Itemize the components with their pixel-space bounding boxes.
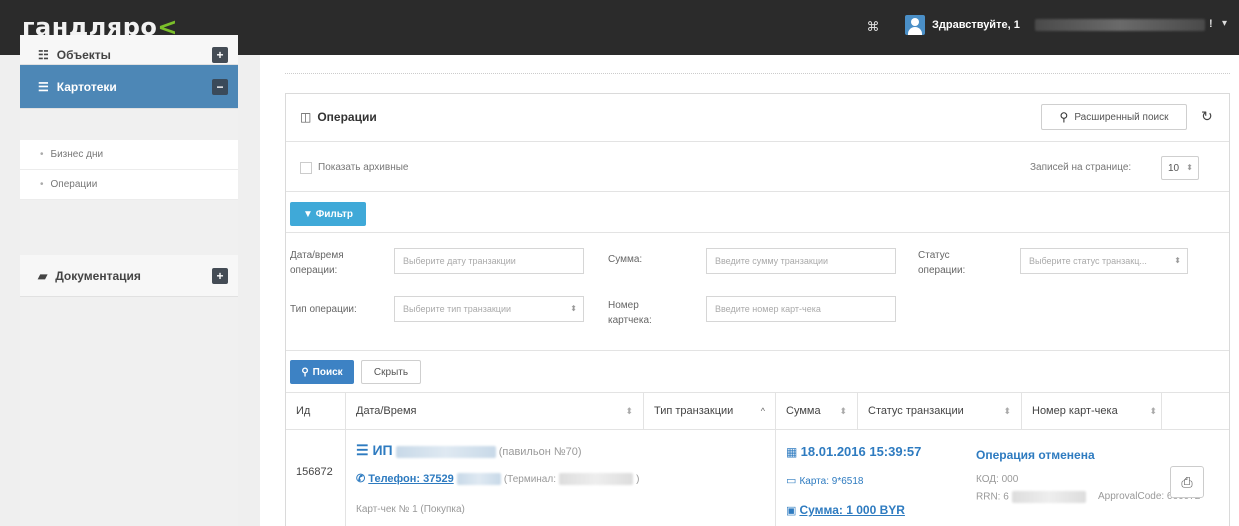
column-header-actions	[1162, 392, 1229, 430]
status-text: Операция отменена	[976, 448, 1095, 462]
panel-title: ◫ Операции	[300, 110, 377, 124]
hide-button[interactable]: Скрыть	[361, 360, 421, 384]
sort-icon: ⬍	[839, 406, 847, 416]
column-header-amount[interactable]: Сумма ⬍	[776, 392, 858, 430]
search-button[interactable]: ⚲ Поиск	[290, 360, 354, 384]
amount-input[interactable]: Введите сумму транзакции	[706, 248, 896, 274]
filter-button[interactable]: ▼ Фильтр	[290, 202, 366, 226]
sidebar: ☷ Объекты + ☰ Картотеки − • Бизнес дни •…	[20, 35, 238, 526]
column-header-id[interactable]: Ид	[286, 392, 346, 430]
card-number: Карта: 9*6518	[799, 476, 864, 487]
card-icon: ▭	[786, 475, 800, 487]
status-label: Статус операции:	[918, 250, 966, 276]
sort-asc-icon: ^	[760, 406, 765, 416]
collapse-icon[interactable]: −	[212, 78, 228, 95]
transaction-datetime: 18.01.2016 15:39:57	[800, 444, 922, 459]
phone-link[interactable]: Телефон: 37529	[368, 473, 453, 485]
divider	[286, 232, 1229, 233]
phone-icon: ✆	[356, 473, 369, 485]
printer-icon: ⎙	[1181, 473, 1193, 490]
fullscreen-icon[interactable]: ⌘	[866, 20, 880, 34]
status-select[interactable]: Выберите статус транзакц... ⬍	[1020, 248, 1188, 274]
search-icon: ⚲	[1059, 110, 1069, 124]
calendar-icon: ▦	[786, 445, 801, 459]
datetime-input[interactable]: Выберите дату транзакции	[394, 248, 584, 274]
phone-redacted	[456, 473, 501, 486]
main-content: ◫ Операции ⚲ Расширенный поиск ↻ Показать …	[260, 55, 1239, 526]
rrn-label: RRN: 6	[976, 491, 1009, 503]
book-icon: ▰	[38, 268, 48, 283]
divider	[286, 350, 1229, 351]
refresh-icon[interactable]: ↻	[1201, 108, 1213, 125]
sidebar-item-objects[interactable]: ☷ Объекты +	[20, 35, 238, 65]
select-arrows-icon: ⬍	[1186, 163, 1193, 172]
user-avatar-icon[interactable]	[905, 15, 925, 35]
response-code: КОД: 000	[976, 474, 1019, 485]
operations-panel: ◫ Операции ⚲ Расширенный поиск ↻ Показать …	[285, 93, 1230, 526]
per-page-label: Записей на странице:	[1030, 162, 1132, 173]
rrn-redacted	[1011, 491, 1086, 503]
panel-header: ◫ Операции ⚲ Расширенный поиск ↻	[286, 94, 1229, 142]
bullet-icon: •	[40, 179, 44, 190]
sidebar-item-cardfiles[interactable]: ☰ Картотеки −	[20, 65, 238, 109]
divider	[285, 73, 1230, 74]
sort-icon: ⬍	[1149, 406, 1157, 416]
column-header-datetime[interactable]: Дата/Время ⬍	[346, 392, 644, 430]
sidebar-subitem-business-days[interactable]: • Бизнес дни	[20, 140, 238, 170]
per-page-select[interactable]: 10 ⬍	[1161, 156, 1199, 180]
sidebar-subitem-operations[interactable]: • Операции	[20, 170, 238, 200]
merchant-prefix[interactable]: ИП	[372, 442, 392, 458]
search-icon: ⚲	[301, 366, 309, 378]
terminal-label: (Терминал:	[503, 474, 556, 485]
amount-link[interactable]: Сумма: 1 000 BYR	[799, 503, 904, 517]
datetime-label: Дата/время операции:	[290, 250, 344, 276]
column-header-receipt[interactable]: Номер карт-чека ⬍	[1022, 392, 1162, 430]
funnel-icon: ▼	[303, 208, 316, 220]
table-row: 156872	[286, 430, 346, 526]
cell-merchant: ☰ ИП (павильон №70) ✆ Телефон: 37529 (Те…	[346, 430, 776, 526]
receipt-input[interactable]: Введите номер карт-чека	[706, 296, 896, 322]
print-button[interactable]: ⎙	[1170, 466, 1204, 498]
user-name-redacted	[1035, 19, 1205, 31]
column-header-type[interactable]: Тип транзакции ^	[644, 392, 776, 430]
amount-label: Сумма:	[608, 254, 643, 265]
bullet-icon: •	[40, 149, 44, 160]
options-row: Показать архивные Записей на странице: 1…	[286, 142, 1229, 192]
merchant-name-redacted	[395, 446, 496, 459]
expand-icon[interactable]: +	[212, 267, 228, 284]
window-icon: ◫	[300, 110, 312, 124]
select-arrows-icon: ⬍	[1174, 256, 1181, 265]
grid-icon: ☷	[38, 47, 49, 62]
expand-icon[interactable]: +	[212, 46, 228, 63]
terminal-redacted	[559, 473, 634, 486]
filter-area: ▼ Фильтр Дата/время операции: Выберите д…	[286, 192, 1229, 410]
column-header-status[interactable]: Статус транзакции ⬍	[858, 392, 1022, 430]
receipt-info: Карт-чек № 1 (Покупка)	[356, 504, 465, 515]
list-icon: ☰	[356, 442, 373, 458]
cell-id: 156872	[296, 466, 333, 478]
type-select[interactable]: Выберите тип транзакции ⬍	[394, 296, 584, 322]
user-greeting[interactable]: Здравствуйте, 1	[932, 19, 1020, 31]
select-arrows-icon: ⬍	[570, 304, 577, 313]
cell-details: ▦ 18.01.2016 15:39:57 ▭ Карта: 9*6518 ▣ …	[776, 430, 1204, 526]
sort-icon: ⬍	[625, 406, 633, 416]
sort-icon: ⬍	[1003, 406, 1011, 416]
list-icon: ☰	[38, 79, 49, 94]
user-menu-chevron-down-icon[interactable]: ▾	[1222, 18, 1227, 29]
user-greeting-suffix: !	[1209, 18, 1213, 30]
advanced-search-button[interactable]: ⚲ Расширенный поиск	[1041, 104, 1187, 130]
sidebar-item-documentation[interactable]: ▰ Документация +	[20, 255, 238, 297]
money-icon: ▣	[786, 505, 800, 517]
receipt-label: Номер картчека:	[608, 300, 652, 326]
show-archived-label: Показать архивные	[318, 162, 409, 173]
show-archived-checkbox[interactable]	[300, 162, 312, 174]
type-label: Тип операции:	[290, 304, 357, 315]
pavilion-label: (павильон №70)	[498, 446, 582, 458]
